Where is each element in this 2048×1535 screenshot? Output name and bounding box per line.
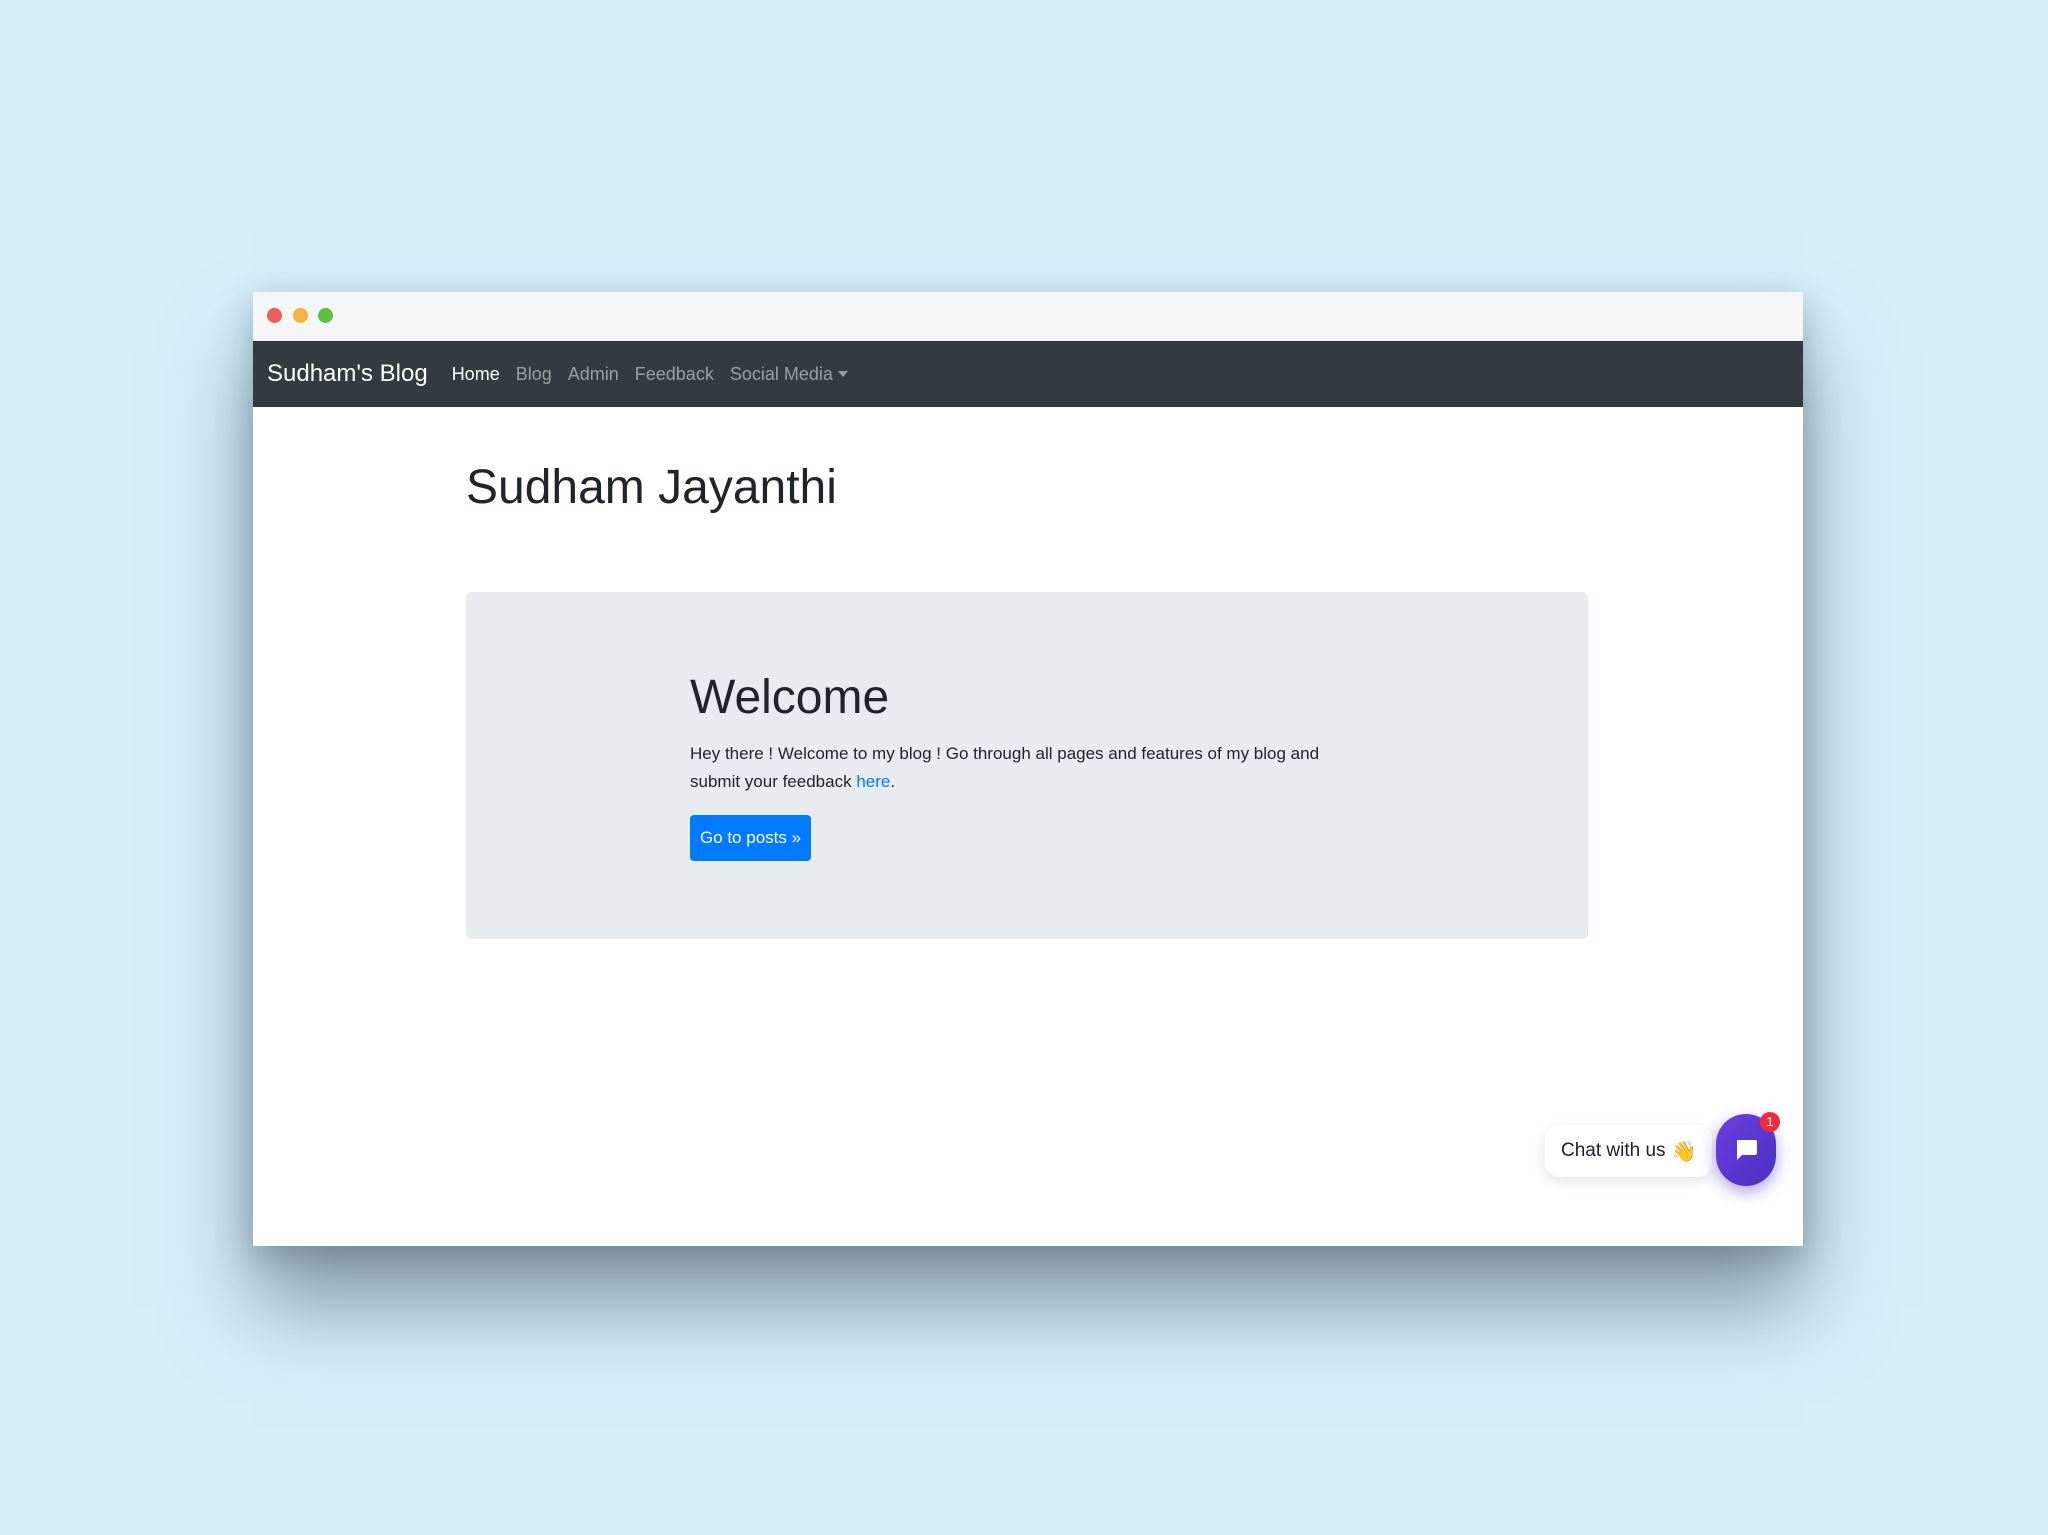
- chat-notification-badge: 1: [1760, 1112, 1780, 1132]
- nav-item-feedback[interactable]: Feedback: [635, 364, 714, 385]
- welcome-text-body: Hey there ! Welcome to my blog ! Go thro…: [690, 744, 1320, 791]
- nav-item-social-media-label: Social Media: [729, 363, 833, 384]
- browser-window: Sudham's Blog Home Blog Admin Feedback S…: [253, 292, 1803, 1246]
- top-navbar: Sudham's Blog Home Blog Admin Feedback S…: [253, 341, 1803, 407]
- page-title: Sudham Jayanthi: [466, 461, 837, 514]
- chat-prompt-label: Chat with us: [1561, 1140, 1666, 1161]
- chat-prompt-bubble[interactable]: Chat with us 👋: [1545, 1125, 1713, 1177]
- nav-item-admin[interactable]: Admin: [568, 364, 619, 385]
- nav-item-home[interactable]: Home: [452, 364, 500, 385]
- caret-down-icon: [837, 370, 848, 377]
- minimize-window-button[interactable]: [293, 308, 308, 323]
- welcome-heading: Welcome: [690, 671, 890, 724]
- nav-item-blog[interactable]: Blog: [516, 364, 552, 385]
- welcome-text-end: .: [890, 772, 896, 791]
- navbar-brand[interactable]: Sudham's Blog: [267, 360, 428, 388]
- welcome-jumbotron: Welcome Hey there ! Welcome to my blog !…: [466, 592, 1588, 939]
- window-titlebar: [253, 292, 1803, 342]
- go-to-posts-button[interactable]: Go to posts »: [690, 815, 811, 861]
- welcome-text: Hey there ! Welcome to my blog ! Go thro…: [690, 740, 1350, 796]
- chat-icon: [1737, 1140, 1757, 1160]
- close-window-button[interactable]: [267, 308, 282, 323]
- maximize-window-button[interactable]: [318, 308, 333, 323]
- waving-hand-icon: 👋: [1671, 1140, 1697, 1163]
- nav-item-social-media-dropdown[interactable]: Social Media: [730, 364, 848, 385]
- feedback-link[interactable]: here: [856, 772, 890, 791]
